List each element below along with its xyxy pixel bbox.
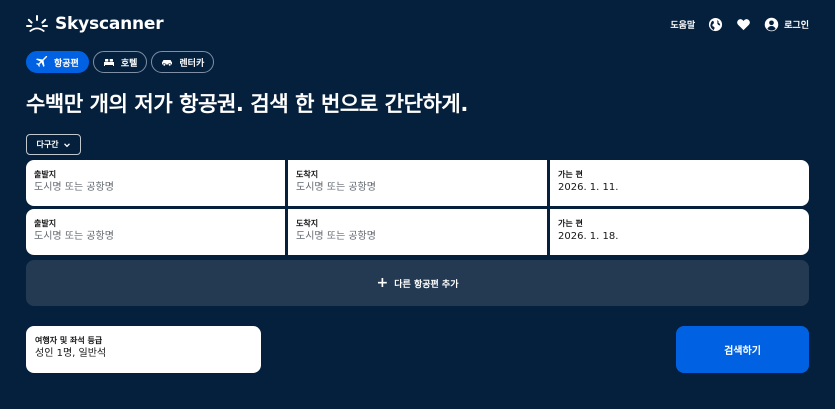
trip-type-value: 다구간 — [36, 140, 59, 149]
destination-label: 도착지 — [296, 170, 319, 179]
login-label: 로그인 — [784, 20, 809, 31]
depart-date-value: 2026. 1. 18. — [558, 231, 619, 242]
destination-placeholder: 도시명 또는 공항명 — [296, 231, 376, 242]
travellers-value: 성인 1명, 일반석 — [35, 348, 107, 359]
tab-flights[interactable]: 항공편 — [26, 51, 89, 73]
trip-type-select[interactable]: 다구간 — [26, 134, 81, 155]
travellers-cabin-field[interactable]: 여행자 및 좌석 등급 성인 1명, 일반석 — [26, 326, 261, 373]
origin-label: 출발지 — [34, 219, 57, 228]
search-button[interactable]: 검색하기 — [676, 326, 809, 373]
heart-icon[interactable] — [736, 17, 751, 32]
page-title: 수백만 개의 저가 항공권. 검색 한 번으로 간단하게. — [26, 92, 468, 116]
vertical-tabs: 항공편 호텔 렌터카 — [26, 51, 215, 73]
brand-logo[interactable]: Skyscanner — [26, 14, 164, 34]
flight-leg: 출발지 도시명 또는 공항명 도착지 도시명 또는 공항명 가는 편 2026.… — [26, 160, 809, 206]
help-link[interactable]: 도움말 — [670, 18, 695, 31]
flight-leg: 출발지 도시명 또는 공항명 도착지 도시명 또는 공항명 가는 편 2026.… — [26, 209, 809, 255]
tab-car-hire-label: 렌터카 — [179, 58, 205, 69]
globe-icon[interactable] — [708, 17, 723, 32]
depart-date-label: 가는 편 — [558, 170, 583, 179]
bed-icon — [103, 59, 114, 66]
tab-car-hire[interactable]: 렌터카 — [151, 51, 215, 73]
origin-field[interactable]: 출발지 도시명 또는 공항명 — [26, 160, 285, 206]
flight-legs: 출발지 도시명 또는 공항명 도착지 도시명 또는 공항명 가는 편 2026.… — [26, 160, 809, 258]
destination-field[interactable]: 도착지 도시명 또는 공항명 — [288, 160, 547, 206]
tab-hotels[interactable]: 호텔 — [92, 51, 148, 73]
header-actions: 도움말 로그인 — [670, 17, 809, 32]
travellers-label: 여행자 및 좌석 등급 — [35, 336, 103, 345]
car-icon — [162, 60, 173, 67]
plane-icon — [36, 56, 48, 67]
destination-placeholder: 도시명 또는 공항명 — [296, 182, 376, 193]
skyscanner-sunrise-icon — [26, 15, 48, 32]
tab-hotels-label: 호텔 — [120, 58, 138, 69]
depart-date-field[interactable]: 가는 편 2026. 1. 11. — [550, 160, 809, 206]
tab-flights-label: 항공편 — [54, 58, 79, 69]
origin-field[interactable]: 출발지 도시명 또는 공항명 — [26, 209, 285, 255]
destination-label: 도착지 — [296, 219, 319, 228]
depart-date-label: 가는 편 — [558, 219, 583, 228]
add-flight-label: 다른 항공편 추가 — [394, 279, 459, 290]
origin-placeholder: 도시명 또는 공항명 — [34, 182, 114, 193]
login-button[interactable]: 로그인 — [764, 17, 809, 32]
add-flight-button[interactable]: + 다른 항공편 추가 — [26, 260, 809, 306]
origin-label: 출발지 — [34, 170, 57, 179]
user-icon — [764, 17, 779, 31]
destination-field[interactable]: 도착지 도시명 또는 공항명 — [288, 209, 547, 255]
plus-icon: + — [376, 275, 389, 291]
depart-date-value: 2026. 1. 11. — [558, 182, 619, 193]
depart-date-field[interactable]: 가는 편 2026. 1. 18. — [550, 209, 809, 255]
brand-name: Skyscanner — [55, 14, 164, 34]
origin-placeholder: 도시명 또는 공항명 — [34, 231, 114, 242]
chevron-down-icon — [63, 142, 70, 147]
top-header: Skyscanner 도움말 로그인 — [26, 12, 809, 36]
